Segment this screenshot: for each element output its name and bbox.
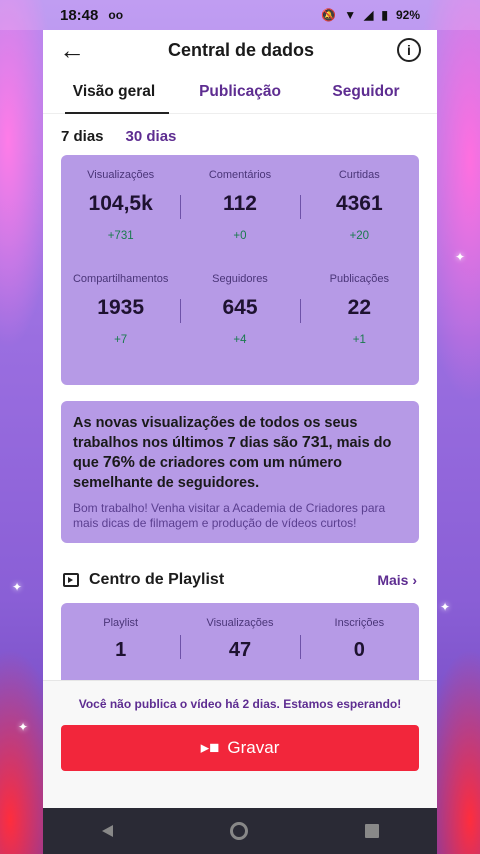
stat-label: Publicações <box>329 273 389 285</box>
stat-delta: +4 <box>233 334 247 346</box>
back-arrow-icon[interactable]: ← <box>59 37 85 63</box>
battery-level: 92% <box>395 8 420 22</box>
playlist-header: Centro de Playlist Mais › <box>43 543 437 603</box>
stat-value: 4361 <box>335 192 383 215</box>
signal-icon: ◢ <box>364 8 374 22</box>
bottom-panel: Você não publica o vídeo há 2 dias. Esta… <box>43 680 437 808</box>
stat-delta: +7 <box>114 334 128 346</box>
stat-label: Visualizações <box>87 169 155 181</box>
stat-value: 645 <box>222 296 258 319</box>
info-icon[interactable]: i <box>397 38 421 62</box>
period-30-days[interactable]: 30 dias <box>126 128 177 145</box>
nav-back-icon[interactable] <box>101 825 113 837</box>
stat-likes[interactable]: Curtidas 4361 +20 <box>299 167 419 271</box>
stat-delta: +20 <box>349 230 370 242</box>
stat-comments[interactable]: Comentários 112 +0 <box>180 167 299 271</box>
stat-shares[interactable]: Compartilhamentos 1935 +7 <box>61 271 180 375</box>
stat-delta: +1 <box>352 334 366 346</box>
page-title: Central de dados <box>167 39 315 60</box>
tab-bar: Visão geral Publicação Seguidor <box>43 70 437 114</box>
insight-subtext: Bom trabalho! Venha visitar a Academia d… <box>73 501 386 530</box>
nav-home-icon[interactable] <box>229 822 248 840</box>
publish-reminder: Você não publica o vídeo há 2 dias. Esta… <box>78 697 402 711</box>
sparkle: ✦ <box>18 720 29 734</box>
insight-percent: 76% <box>102 454 135 471</box>
record-button[interactable]: ▸■ Gravar <box>61 725 419 771</box>
nav-recents-icon[interactable] <box>364 824 379 838</box>
clock: 18:48 <box>60 6 99 24</box>
stat-value: 47 <box>228 639 252 661</box>
video-camera-icon: ▸■ <box>200 738 220 757</box>
period-selector: 7 dias 30 dias <box>43 114 437 155</box>
playlist-title: Centro de Playlist <box>89 571 225 588</box>
stat-label: Compartilhamentos <box>72 273 169 285</box>
stat-followers[interactable]: Seguidores 645 +4 <box>180 271 299 375</box>
stat-value: 1 <box>115 639 127 661</box>
stat-label: Visualizações <box>206 617 274 629</box>
period-7-days[interactable]: 7 dias <box>61 128 104 145</box>
sparkle: ✦ <box>455 250 466 264</box>
record-label: Gravar <box>227 738 280 757</box>
stat-delta: +0 <box>233 230 247 242</box>
stat-label: Inscrições <box>334 617 385 629</box>
stats-card: Visualizações 104,5k +731 Comentários 11… <box>61 155 419 385</box>
tab-publication[interactable]: Publicação <box>177 70 303 114</box>
stat-label: Curtidas <box>338 169 380 181</box>
stat-label: Seguidores <box>212 273 268 285</box>
stat-value: 112 <box>223 192 257 215</box>
stat-value: 104,5k <box>88 192 153 215</box>
mute-icon: 🔕 <box>321 8 337 22</box>
stat-label: Playlist <box>103 617 139 629</box>
playlist-icon <box>63 573 79 587</box>
voicemail-icon: oo <box>108 8 124 22</box>
stats-row: Visualizações 104,5k +731 Comentários 11… <box>61 167 419 271</box>
stat-value: 0 <box>353 639 365 661</box>
stat-value: 22 <box>347 296 371 319</box>
system-nav-bar <box>43 808 437 854</box>
playlist-title-group: Centro de Playlist <box>63 571 224 589</box>
insight-views-count: 731 <box>301 434 329 451</box>
chevron-right-icon: › <box>412 572 417 588</box>
stat-views[interactable]: Visualizações 104,5k +731 <box>61 167 180 271</box>
stat-label: Comentários <box>208 169 272 181</box>
sparkle: ✦ <box>12 580 23 594</box>
tab-followers[interactable]: Seguidor <box>303 70 429 114</box>
app-screen: ← Central de dados i Visão geral Publica… <box>43 30 437 808</box>
insight-card[interactable]: As novas visualizações de todos os seus … <box>61 401 419 543</box>
playlist-more-link[interactable]: Mais › <box>377 572 417 588</box>
top-bar: ← Central de dados i <box>43 30 437 70</box>
wifi-icon: ▼ <box>344 8 357 22</box>
stat-delta: +731 <box>107 230 134 242</box>
insight-text: As novas visualizações de todos os seus … <box>73 413 407 493</box>
stat-publications[interactable]: Publicações 22 +1 <box>299 271 419 375</box>
tab-overview[interactable]: Visão geral <box>51 70 177 114</box>
stats-row: Compartilhamentos 1935 +7 Seguidores 645… <box>61 271 419 375</box>
sparkle: ✦ <box>440 600 451 614</box>
status-bar: 18:48 oo 🔕 ▼ ◢ ▮ 92% <box>0 0 480 30</box>
stat-value: 1935 <box>97 296 145 319</box>
more-label: Mais <box>377 572 409 588</box>
battery-icon: ▮ <box>381 8 388 22</box>
